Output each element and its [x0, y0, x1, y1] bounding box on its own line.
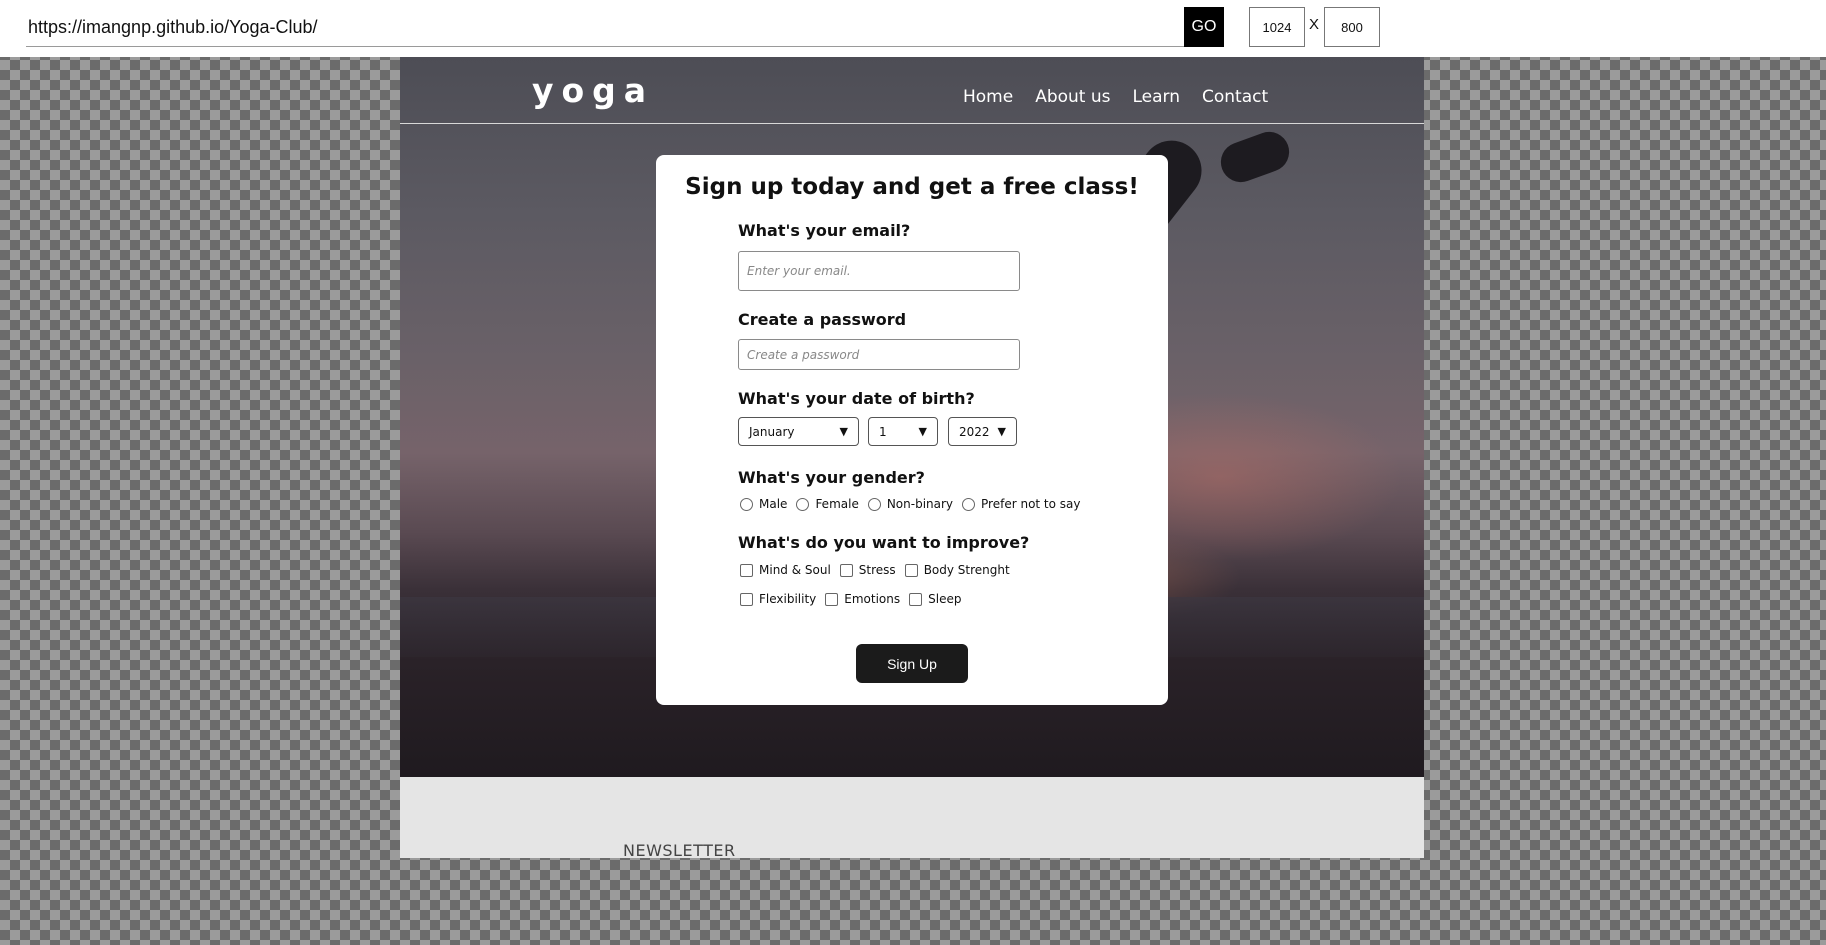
nav-links: Home About us Learn Contact — [963, 87, 1290, 107]
chevron-down-icon: ▼ — [918, 425, 927, 438]
newsletter-section: NEWSLETTER — [400, 777, 1424, 858]
gender-option-label: Male — [759, 497, 788, 511]
improve-label: What's do you want to improve? — [738, 533, 1030, 552]
newsletter-title: NEWSLETTER — [623, 841, 736, 858]
viewport-width-input[interactable] — [1249, 7, 1305, 47]
dob-month-value: January — [749, 424, 795, 439]
improve-option-label: Emotions — [844, 592, 901, 606]
hero-silhouette-hand — [1215, 126, 1295, 188]
url-toolbar: GO X — [0, 0, 1826, 57]
signup-title: Sign up today and get a free class! — [685, 174, 1139, 200]
signup-card: Sign up today and get a free class! What… — [656, 155, 1168, 705]
dob-day-select[interactable]: 1 ▼ — [868, 417, 938, 446]
go-button[interactable]: GO — [1184, 7, 1224, 47]
site-viewport: yoga Home About us Learn Contact Sign up… — [400, 57, 1424, 858]
password-label: Create a password — [738, 310, 907, 329]
dob-day-value: 1 — [879, 424, 887, 439]
improve-checkbox-body-strength[interactable] — [904, 563, 918, 577]
dob-month-select[interactable]: January ▼ — [738, 417, 859, 446]
sign-up-button[interactable]: Sign Up — [856, 644, 968, 683]
improve-options-row-2: Flexibility Emotions Sleep — [740, 592, 970, 606]
nav-contact[interactable]: Contact — [1202, 87, 1268, 107]
dob-year-value: 2022 — [959, 424, 990, 439]
email-field[interactable]: Enter your email. — [738, 251, 1020, 291]
improve-options-row-1: Mind & Soul Stress Body Strenght — [740, 563, 1019, 577]
nav-learn[interactable]: Learn — [1133, 87, 1181, 107]
improve-option-label: Body Strenght — [923, 563, 1010, 577]
hero-background: yoga Home About us Learn Contact Sign up… — [400, 57, 1424, 777]
site-logo[interactable]: yoga — [532, 71, 654, 110]
dimension-separator: X — [1309, 16, 1320, 33]
chevron-down-icon: ▼ — [997, 425, 1006, 438]
nav-home[interactable]: Home — [963, 87, 1013, 107]
navbar: yoga Home About us Learn Contact — [400, 57, 1424, 124]
gender-label: What's your gender? — [738, 468, 925, 487]
gender-radio-male[interactable] — [740, 497, 753, 511]
gender-radio-non-binary[interactable] — [867, 497, 881, 511]
email-label: What's your email? — [738, 221, 911, 240]
improve-checkbox-emotions[interactable] — [825, 592, 839, 606]
improve-checkbox-sleep[interactable] — [909, 592, 923, 606]
improve-checkbox-flexibility[interactable] — [740, 592, 753, 606]
improve-checkbox-mind-soul[interactable] — [740, 563, 753, 577]
chevron-down-icon: ▼ — [839, 425, 848, 438]
improve-option-label: Mind & Soul — [759, 563, 831, 577]
nav-about-us[interactable]: About us — [1035, 87, 1110, 107]
improve-option-label: Flexibility — [759, 592, 817, 606]
gender-option-label: Non-binary — [886, 497, 954, 511]
improve-checkbox-stress[interactable] — [839, 563, 853, 577]
improve-option-label: Sleep — [928, 592, 962, 606]
gender-option-label: Prefer not to say — [981, 497, 1081, 511]
viewport-height-input[interactable] — [1324, 7, 1380, 47]
improve-option-label: Stress — [858, 563, 896, 577]
dob-label: What's your date of birth? — [738, 389, 975, 408]
url-input[interactable] — [26, 8, 1184, 47]
gender-radio-prefer-not[interactable] — [962, 497, 976, 511]
gender-radio-female[interactable] — [796, 497, 810, 511]
dob-year-select[interactable]: 2022 ▼ — [948, 417, 1017, 446]
gender-option-label: Female — [815, 497, 859, 511]
gender-options: Male Female Non-binary Prefer not to say — [740, 497, 1090, 511]
password-field[interactable]: Create a password — [738, 339, 1020, 370]
